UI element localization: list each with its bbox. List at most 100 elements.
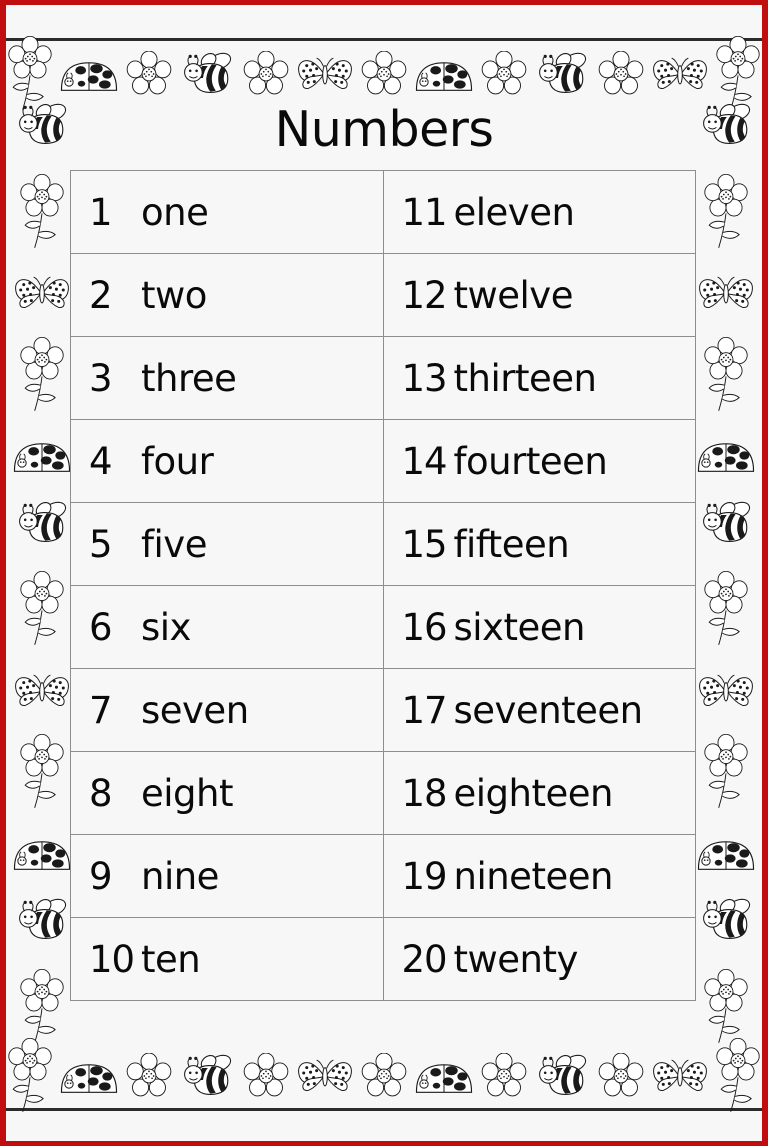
number-cell: 20 twenty <box>382 917 696 1001</box>
number-digit: 9 <box>89 854 113 898</box>
bee-icon <box>533 1052 591 1100</box>
number-word: nineteen <box>453 854 614 898</box>
number-cell: 19 nineteen <box>382 834 696 918</box>
flower-stem-icon <box>8 1038 52 1114</box>
flower-icon <box>481 1053 527 1099</box>
number-cell: 2 two <box>70 253 384 337</box>
number-digit: 1 <box>89 190 113 234</box>
number-word: sixteen <box>453 605 586 649</box>
flower-icon <box>126 51 172 97</box>
number-word: seventeen <box>453 688 644 732</box>
flower-icon <box>361 1053 407 1099</box>
flower-stem-icon <box>20 969 64 1045</box>
flower-stem-icon <box>20 174 64 250</box>
numbers-table: 1 one 11 eleven 2 two 12 twelve 3 three 13 thirteen… <box>70 170 696 1001</box>
bee-icon <box>533 50 591 98</box>
ladybug-icon <box>12 437 72 474</box>
number-digit: 2 <box>89 273 113 317</box>
number-word: eight <box>141 771 234 815</box>
ladybug-icon <box>12 835 72 872</box>
number-digit: 7 <box>89 688 113 732</box>
table-row: 6 six 16 sixteen <box>70 585 696 669</box>
butterfly-icon <box>13 672 71 710</box>
worksheet-page: Numbers 1 one 11 eleven 2 two 12 twelve 3 three 13… <box>0 0 768 1146</box>
butterfly-icon <box>296 1057 354 1095</box>
flower-icon <box>481 51 527 97</box>
ladybug-icon <box>414 1058 474 1095</box>
number-cell: 15 fifteen <box>382 502 696 586</box>
table-row: 9 nine 19 nineteen <box>70 834 696 918</box>
bottom-rule <box>6 1108 762 1111</box>
flower-stem-icon <box>704 969 748 1045</box>
number-cell: 10 ten <box>70 917 384 1001</box>
bottom-decorative-border <box>6 1045 762 1107</box>
number-cell: 7 seven <box>70 668 384 752</box>
number-word: ten <box>141 937 201 981</box>
table-row: 10 ten 20 twenty <box>70 917 696 1001</box>
number-cell: 6 six <box>70 585 384 669</box>
flower-stem-icon <box>704 734 748 810</box>
table-row: 7 seven 17 seventeen <box>70 668 696 752</box>
table-row: 2 two 12 twelve <box>70 253 696 337</box>
number-word: twelve <box>453 273 574 317</box>
ladybug-icon <box>59 1058 119 1095</box>
bee-icon <box>178 1052 236 1100</box>
number-digit: 17 <box>401 688 448 732</box>
ladybug-icon <box>696 835 756 872</box>
number-digit: 16 <box>401 605 448 649</box>
number-cell: 1 one <box>70 170 384 254</box>
table-row: 5 five 15 fifteen <box>70 502 696 586</box>
worksheet-sheet: Numbers 1 one 11 eleven 2 two 12 twelve 3 three 13… <box>6 5 762 1141</box>
number-word: two <box>141 273 207 317</box>
table-row: 4 four 14 fourteen <box>70 419 696 503</box>
number-digit: 5 <box>89 522 113 566</box>
number-word: eighteen <box>453 771 614 815</box>
number-cell: 5 five <box>70 502 384 586</box>
page-title: Numbers <box>274 101 494 158</box>
number-cell: 17 seventeen <box>382 668 696 752</box>
table-row: 8 eight 18 eighteen <box>70 751 696 835</box>
number-cell: 12 twelve <box>382 253 696 337</box>
number-digit: 18 <box>401 771 448 815</box>
butterfly-icon <box>13 274 71 312</box>
top-decorative-border <box>6 43 762 105</box>
number-word: twenty <box>453 937 579 981</box>
number-word: eleven <box>453 190 575 234</box>
number-digit: 20 <box>401 937 448 981</box>
number-digit: 10 <box>89 937 135 981</box>
table-row: 1 one 11 eleven <box>70 170 696 254</box>
number-digit: 13 <box>401 356 448 400</box>
flower-icon <box>126 1053 172 1099</box>
top-rule <box>6 38 762 41</box>
flower-stem-icon <box>716 1038 760 1114</box>
number-digit: 4 <box>89 439 113 483</box>
number-word: nine <box>141 854 219 898</box>
butterfly-icon <box>697 672 755 710</box>
number-digit: 8 <box>89 771 113 815</box>
flower-stem-icon <box>20 734 64 810</box>
flower-stem-icon <box>704 174 748 250</box>
number-cell: 14 fourteen <box>382 419 696 503</box>
number-cell: 11 eleven <box>382 170 696 254</box>
number-cell: 16 sixteen <box>382 585 696 669</box>
number-cell: 8 eight <box>70 751 384 835</box>
number-digit: 14 <box>401 439 448 483</box>
right-decorative-border <box>690 101 762 1045</box>
left-decorative-border <box>6 101 78 1045</box>
bee-icon <box>178 50 236 98</box>
butterfly-icon <box>651 1057 709 1095</box>
table-row: 3 three 13 thirteen <box>70 336 696 420</box>
number-digit: 6 <box>89 605 113 649</box>
number-word: six <box>141 605 191 649</box>
butterfly-icon <box>651 55 709 93</box>
number-digit: 12 <box>401 273 448 317</box>
flower-icon <box>361 51 407 97</box>
bee-icon <box>13 896 71 944</box>
number-digit: 11 <box>401 190 448 234</box>
number-word: three <box>141 356 237 400</box>
number-digit: 19 <box>401 854 448 898</box>
number-word: fifteen <box>453 522 570 566</box>
flower-stem-icon <box>704 571 748 647</box>
flower-stem-icon <box>20 337 64 413</box>
bee-icon <box>13 499 71 547</box>
